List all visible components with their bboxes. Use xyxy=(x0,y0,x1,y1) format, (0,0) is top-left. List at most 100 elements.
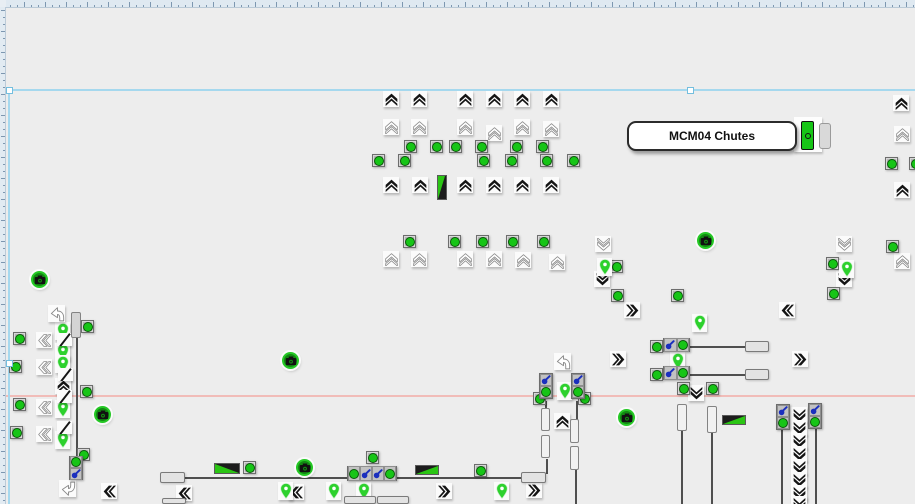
status-indicator[interactable] xyxy=(13,398,26,411)
turn-arrow-icon[interactable] xyxy=(48,305,65,322)
chevron-outline-up-icon[interactable] xyxy=(515,252,531,268)
turn-arrow-icon[interactable] xyxy=(59,480,76,497)
status-indicator[interactable] xyxy=(372,154,385,167)
control-pair[interactable] xyxy=(663,366,690,380)
conveyor-endcap[interactable] xyxy=(162,498,186,504)
camera-icon[interactable] xyxy=(296,459,313,476)
status-indicator[interactable] xyxy=(476,235,489,248)
camera-icon[interactable] xyxy=(282,352,299,369)
control-pair[interactable] xyxy=(663,338,690,352)
chevron-up-icon[interactable] xyxy=(514,177,530,193)
status-indicator[interactable] xyxy=(650,340,663,353)
status-indicator[interactable] xyxy=(80,385,93,398)
slash-marker[interactable] xyxy=(57,421,72,434)
chevron-up-icon[interactable] xyxy=(543,91,559,107)
chevron-up-icon[interactable] xyxy=(383,91,399,107)
chevron-up-icon[interactable] xyxy=(411,91,427,107)
status-indicator[interactable] xyxy=(671,289,684,302)
camera-icon[interactable] xyxy=(31,271,48,288)
status-indicator[interactable] xyxy=(404,140,417,153)
status-indicator[interactable] xyxy=(13,332,26,345)
chevron-right-icon[interactable] xyxy=(792,351,808,367)
status-indicator[interactable] xyxy=(10,426,23,439)
chevron-up-icon[interactable] xyxy=(514,91,530,107)
status-indicator[interactable] xyxy=(650,368,663,381)
conveyor-endcap[interactable] xyxy=(160,472,185,483)
camera-icon[interactable] xyxy=(697,232,714,249)
conveyor-segment[interactable] xyxy=(570,419,579,443)
status-indicator[interactable] xyxy=(477,154,490,167)
status-indicator[interactable] xyxy=(537,235,550,248)
chevron-outline-up-icon[interactable] xyxy=(486,125,502,141)
chevron-outline-down-icon[interactable] xyxy=(836,236,852,252)
chevron-up-icon[interactable] xyxy=(554,413,570,429)
conveyor-segment[interactable] xyxy=(570,446,579,470)
status-indicator[interactable] xyxy=(398,154,411,167)
chevron-outline-up-icon[interactable] xyxy=(457,119,473,135)
location-pin-icon[interactable] xyxy=(597,258,612,276)
chevron-outline-up-icon[interactable] xyxy=(486,251,502,267)
chevron-down-icon[interactable] xyxy=(791,496,807,504)
status-indicator[interactable] xyxy=(885,157,898,170)
chevron-left-icon[interactable] xyxy=(101,483,117,499)
selection-handle[interactable] xyxy=(6,87,13,94)
chevron-outline-left-icon[interactable] xyxy=(36,359,52,375)
status-indicator[interactable] xyxy=(677,382,690,395)
chevron-outline-left-icon[interactable] xyxy=(36,332,52,348)
conveyor-endcap[interactable] xyxy=(521,472,546,483)
status-indicator[interactable] xyxy=(243,461,256,474)
status-indicator[interactable] xyxy=(706,382,719,395)
conveyor-segment[interactable] xyxy=(541,408,550,431)
valve-control-stack[interactable] xyxy=(571,373,585,399)
status-indicator[interactable] xyxy=(611,289,624,302)
chevron-right-icon[interactable] xyxy=(526,482,542,498)
valve-control-stack[interactable] xyxy=(539,373,553,399)
location-pin-icon[interactable] xyxy=(557,382,572,400)
chevron-up-icon[interactable] xyxy=(894,182,910,198)
gate-assembly[interactable] xyxy=(794,117,830,152)
conveyor-endcap[interactable] xyxy=(745,369,769,380)
conveyor-endcap[interactable] xyxy=(344,496,376,504)
designer-canvas[interactable]: MCM04 Chutes xyxy=(0,0,915,504)
chevron-up-icon[interactable] xyxy=(543,177,559,193)
conveyor-segment[interactable] xyxy=(707,406,717,433)
camera-icon[interactable] xyxy=(94,406,111,423)
level-indicator[interactable] xyxy=(415,462,439,480)
status-indicator[interactable] xyxy=(567,154,580,167)
chevron-left-icon[interactable] xyxy=(779,302,795,318)
location-pin-icon[interactable] xyxy=(494,482,509,500)
control-duo[interactable] xyxy=(69,456,83,480)
status-indicator[interactable] xyxy=(827,287,840,300)
chevron-up-icon[interactable] xyxy=(383,177,399,193)
chevron-outline-left-icon[interactable] xyxy=(36,426,52,442)
status-indicator[interactable] xyxy=(540,154,553,167)
chevron-right-icon[interactable] xyxy=(624,302,640,318)
status-indicator[interactable] xyxy=(403,235,416,248)
chevron-up-icon[interactable] xyxy=(893,95,909,111)
conveyor-endcap[interactable] xyxy=(377,496,409,504)
chevron-outline-up-icon[interactable] xyxy=(411,251,427,267)
conveyor-segment[interactable] xyxy=(677,404,687,431)
chevron-outline-down-icon[interactable] xyxy=(595,236,611,252)
level-indicator[interactable] xyxy=(214,461,240,479)
valve-control-stack[interactable] xyxy=(808,403,822,429)
slash-marker[interactable] xyxy=(57,390,72,403)
chevron-outline-up-icon[interactable] xyxy=(894,126,910,142)
gate-indicator[interactable] xyxy=(801,121,814,150)
level-indicator[interactable] xyxy=(722,412,746,430)
selection-bound-vertical[interactable] xyxy=(8,90,10,504)
chevron-outline-up-icon[interactable] xyxy=(549,254,565,270)
chevron-outline-left-icon[interactable] xyxy=(36,399,52,415)
status-indicator[interactable] xyxy=(474,464,487,477)
camera-icon[interactable] xyxy=(618,409,635,426)
status-indicator[interactable] xyxy=(448,235,461,248)
chevron-up-icon[interactable] xyxy=(457,177,473,193)
turn-arrow-icon[interactable] xyxy=(554,353,571,370)
status-indicator[interactable] xyxy=(506,235,519,248)
status-indicator[interactable] xyxy=(505,154,518,167)
slash-marker[interactable] xyxy=(58,368,73,381)
slash-marker[interactable] xyxy=(57,333,72,346)
selection-handle[interactable] xyxy=(6,360,13,367)
chevron-down-icon[interactable] xyxy=(688,385,704,401)
chevron-outline-up-icon[interactable] xyxy=(411,119,427,135)
